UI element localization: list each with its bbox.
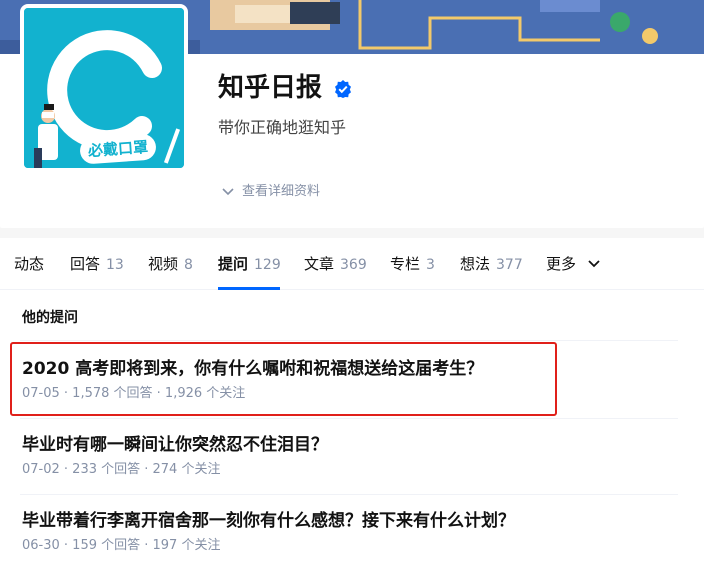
verified-badge-icon [335, 80, 351, 98]
chevron-down-icon [588, 260, 600, 268]
tab-articles[interactable]: 文章 369 [304, 238, 367, 290]
tab-answers[interactable]: 回答 13 [70, 238, 124, 290]
divider [20, 494, 678, 495]
tab-activity[interactable]: 动态 [14, 238, 44, 290]
active-tab-indicator [218, 287, 280, 290]
tab-questions[interactable]: 提问 129 [218, 238, 281, 290]
avatar-badge: 必戴口罩 [79, 133, 157, 165]
tab-label: 专栏 [390, 255, 421, 273]
tab-label: 回答 [70, 255, 101, 273]
divider [20, 340, 678, 341]
tab-label: 视频 [148, 255, 179, 273]
tab-videos[interactable]: 视频 8 [148, 238, 193, 290]
tab-label: 动态 [14, 255, 45, 273]
tab-more[interactable]: 更多 [546, 238, 606, 290]
tab-label: 提问 [218, 255, 249, 273]
question-meta: 06-30 · 159 个回答 · 197 个关注 [22, 538, 221, 553]
tab-count: 369 [340, 257, 367, 273]
question-title[interactable]: 毕业时有哪一瞬间让你突然忍不住泪目？ [22, 432, 672, 458]
tab-count: 129 [254, 257, 281, 273]
tab-count: 3 [426, 257, 435, 273]
question-title[interactable]: 毕业带着行李离开宿舍那一刻你有什么感想？接下来有什么计划？ [22, 508, 672, 534]
profile-headline: 带你正确地逛知乎 [218, 118, 347, 137]
question-item[interactable]: 毕业时有哪一瞬间让你突然忍不住泪目？ 07-02 · 233 个回答 · 274… [22, 432, 672, 480]
tab-columns[interactable]: 专栏 3 [390, 238, 435, 290]
view-details-link[interactable]: 查看详细资料 [222, 182, 320, 202]
highlight-annotation-box [10, 342, 557, 416]
chevron-down-icon [222, 188, 234, 196]
tab-label: 文章 [304, 255, 335, 273]
tab-count: 377 [496, 257, 523, 273]
tab-count: 13 [106, 257, 124, 273]
profile-name: 知乎日报 [218, 73, 323, 103]
divider [20, 418, 678, 419]
section-title: 他的提问 [22, 310, 78, 326]
profile-card: 必戴口罩 知乎日报 带你正确地逛知乎 查看详细资料 [0, 0, 704, 228]
tab-count: 8 [184, 257, 193, 273]
question-item[interactable]: 毕业带着行李离开宿舍那一刻你有什么感想？接下来有什么计划？ 06-30 · 15… [22, 508, 672, 556]
tab-label: 想法 [460, 255, 491, 273]
profile-tabs: 动态 回答 13 视频 8 提问 129 文章 369 专栏 3 想法 377 更多 [0, 238, 704, 290]
tab-thoughts[interactable]: 想法 377 [460, 238, 523, 290]
avatar[interactable]: 必戴口罩 [20, 4, 188, 172]
tab-label: 更多 [546, 255, 577, 273]
question-meta: 07-02 · 233 个回答 · 274 个关注 [22, 462, 221, 477]
view-details-label: 查看详细资料 [242, 184, 321, 199]
